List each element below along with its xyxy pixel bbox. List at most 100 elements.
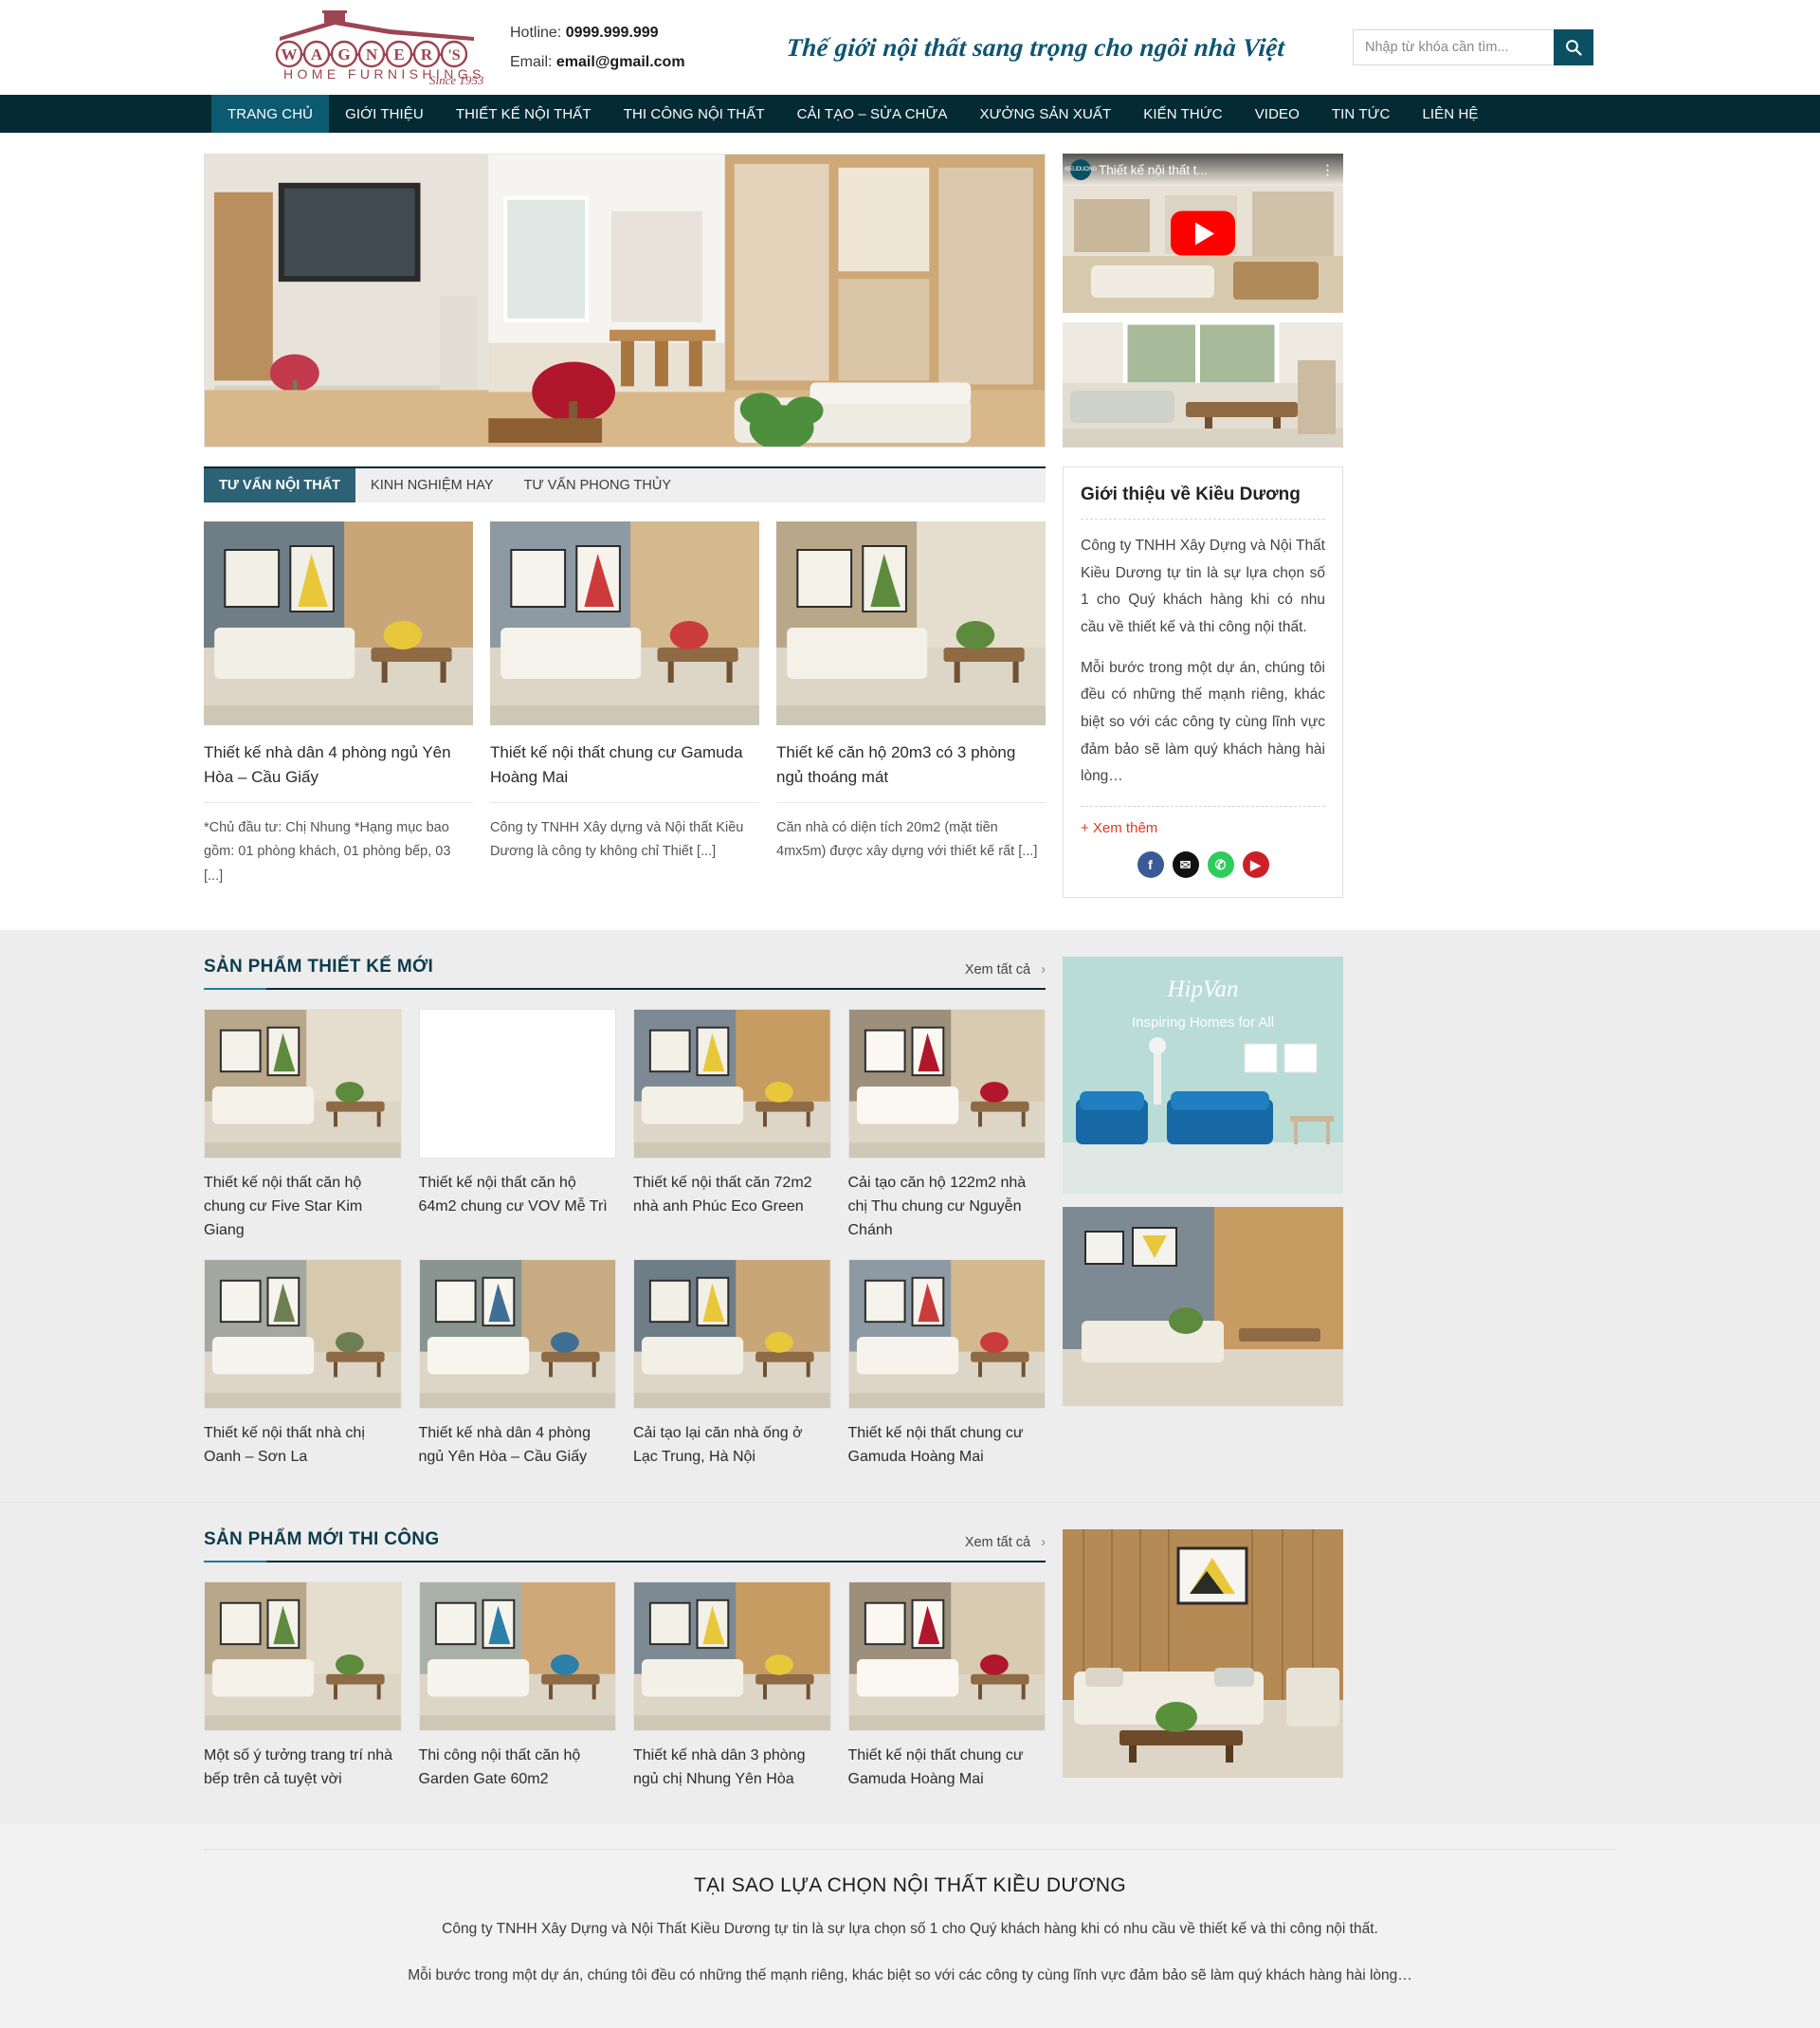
video-header-overlay: KIEUDUONG Thiết kế nội thất t... ⋮: [1063, 154, 1343, 186]
site-logo[interactable]: W A G N E R 'S HOME FURNISHINGS Since 19…: [270, 9, 483, 86]
product-title[interactable]: Cải tạo căn hộ 122m2 nhà chị Thu chung c…: [848, 1172, 1046, 1242]
search-input[interactable]: [1353, 29, 1554, 65]
design-section-title: SẢN PHẨM THIẾT KẾ MỚI: [204, 957, 434, 977]
product-title[interactable]: Thiết kế nội thất chung cư Gamuda Hoàng …: [848, 1422, 1046, 1470]
nav-item-0[interactable]: TRANG CHỦ: [211, 95, 330, 133]
product-card: Thiết kế nội thất căn 72m2 nhà anh Phúc …: [633, 1009, 831, 1242]
article-title[interactable]: Thiết kế nội thất chung cư Gamuda Hoàng …: [490, 740, 759, 803]
interior-photo-illustration: [419, 1582, 615, 1731]
svg-text:W: W: [282, 46, 298, 64]
product-title[interactable]: Thiết kế nhà dân 4 phòng ngủ Yên Hòa – C…: [419, 1422, 617, 1470]
site-header: W A G N E R 'S HOME FURNISHINGS Since 19…: [0, 0, 1820, 95]
nav-item-7[interactable]: VIDEO: [1239, 95, 1316, 133]
youtube-video-embed[interactable]: KIEUDUONG Thiết kế nội thất t... ⋮: [1063, 154, 1343, 313]
article-thumbnail[interactable]: [490, 521, 759, 725]
interior-photo-illustration: [419, 1260, 615, 1409]
product-title[interactable]: Thiết kế nội thất căn 72m2 nhà anh Phúc …: [633, 1172, 831, 1219]
product-thumbnail[interactable]: [847, 1581, 1046, 1732]
email-value[interactable]: email@gmail.com: [556, 54, 685, 70]
design-view-all-link[interactable]: Xem tất cả ›: [958, 962, 1046, 977]
product-title[interactable]: Thiết kế nội thất căn hộ chung cư Five S…: [204, 1172, 402, 1242]
nav-item-3[interactable]: THI CÔNG NỘI THẤT: [608, 95, 781, 133]
kebab-menu-icon[interactable]: ⋮: [1320, 161, 1336, 178]
nav-item-4[interactable]: CẢI TẠO – SỬA CHỮA: [781, 95, 964, 133]
product-title[interactable]: Một số ý tưởng trang trí nhà bếp trên cả…: [204, 1745, 402, 1792]
product-title[interactable]: Thiết kế nội thất nhà chị Oanh – Sơn La: [204, 1422, 402, 1470]
article-excerpt: Công ty TNHH Xây dựng và Nội thất Kiều D…: [490, 820, 744, 860]
why-paragraph-2: Mỗi bước trong một dự án, chúng tôi đều …: [408, 1966, 1412, 1983]
tab-2[interactable]: TƯ VẤN PHONG THỦY: [508, 468, 686, 502]
svg-text:A: A: [311, 46, 323, 64]
product-thumbnail[interactable]: [418, 1009, 616, 1160]
interior-photo-illustration: [848, 1582, 1045, 1731]
video-title[interactable]: Thiết kế nội thất t...: [1099, 163, 1313, 177]
product-card: Thiết kế nhà dân 4 phòng ngủ Yên Hòa – C…: [418, 1259, 617, 1470]
build-side-image[interactable]: [1063, 1529, 1343, 1779]
article-list: Thiết kế nhà dân 4 phòng ngủ Yên Hòa – C…: [204, 521, 1046, 888]
hipvan-banner-illustration: HipVan Inspiring Homes for All: [1063, 957, 1343, 1195]
design-side-image[interactable]: [1063, 1207, 1343, 1407]
nav-item-6[interactable]: KIẾN THỨC: [1127, 95, 1238, 133]
interior-photo-illustration: [205, 1010, 401, 1159]
svg-text:R: R: [421, 46, 433, 64]
article-thumbnail[interactable]: [204, 521, 473, 725]
product-card: Thiết kế nội thất chung cư Gamuda Hoàng …: [847, 1581, 1046, 1792]
product-title[interactable]: Thiết kế nhà dân 3 phòng ngủ chị Nhung Y…: [633, 1745, 831, 1792]
design-product-grid: Thiết kế nội thất căn hộ chung cư Five S…: [204, 1009, 1046, 1470]
hotline-value[interactable]: 0999.999.999: [566, 25, 659, 41]
chevron-right-icon: ›: [1041, 1535, 1046, 1551]
phone-icon[interactable]: ✆: [1207, 851, 1234, 879]
youtube-icon[interactable]: ▶: [1242, 851, 1269, 879]
article-title[interactable]: Thiết kế căn hộ 20m3 có 3 phòng ngủ thoá…: [776, 740, 1046, 803]
product-card: Thiết kế nội thất căn hộ 64m2 chung cư V…: [418, 1009, 617, 1242]
article-thumbnail[interactable]: [776, 521, 1046, 725]
email-icon[interactable]: ✉: [1172, 851, 1199, 879]
svg-text:Inspiring Homes for All: Inspiring Homes for All: [1132, 1014, 1274, 1031]
svg-text:Since 1953: Since 1953: [429, 73, 483, 86]
nav-item-1[interactable]: GIỚI THIỆU: [329, 95, 440, 133]
search-button[interactable]: [1554, 29, 1593, 65]
articles-column: TƯ VẤN NỘI THẤT KINH NGHIỆM HAY TƯ VẤN PHO…: [204, 466, 1046, 898]
channel-avatar: KIEUDUONG: [1065, 159, 1097, 180]
nav-item-8[interactable]: TIN TỨC: [1316, 95, 1407, 133]
build-view-all-link[interactable]: Xem tất cả ›: [958, 1535, 1046, 1550]
about-read-more-link[interactable]: + Xem thêm: [1081, 806, 1325, 836]
product-thumbnail[interactable]: [633, 1581, 831, 1732]
product-thumbnail[interactable]: [204, 1009, 402, 1160]
about-title: Giới thiệu về Kiều Dương: [1081, 484, 1325, 520]
product-thumbnail[interactable]: [204, 1259, 402, 1410]
product-thumbnail[interactable]: [418, 1259, 616, 1410]
side-living-room-illustration: [1063, 1207, 1343, 1407]
hero-main-image[interactable]: [204, 154, 1046, 448]
product-title[interactable]: Thiết kế nội thất căn hộ 64m2 chung cư V…: [419, 1172, 617, 1219]
product-thumbnail[interactable]: [847, 1259, 1046, 1410]
product-thumbnail[interactable]: [204, 1581, 402, 1732]
svg-text:N: N: [366, 46, 378, 64]
interior-photo-illustration: [204, 521, 473, 725]
hero-side-image[interactable]: [1063, 322, 1343, 448]
build-section-header: SẢN PHẨM MỚI THI CÔNG Xem tất cả ›: [204, 1529, 1046, 1563]
product-thumbnail[interactable]: [418, 1581, 616, 1732]
svg-text:E: E: [393, 46, 404, 64]
build-view-all-label: Xem tất cả: [964, 1535, 1031, 1551]
article-title[interactable]: Thiết kế nhà dân 4 phòng ngủ Yên Hòa – C…: [204, 740, 473, 803]
product-thumbnail[interactable]: [847, 1009, 1046, 1160]
product-title[interactable]: Cải tạo lại căn nhà ống ở Lạc Trung, Hà …: [633, 1422, 831, 1470]
nav-item-5[interactable]: XƯỞNG SẢN XUẤT: [963, 95, 1127, 133]
product-thumbnail[interactable]: [633, 1259, 831, 1410]
product-thumbnail[interactable]: [633, 1009, 831, 1160]
nav-item-2[interactable]: THIẾT KẾ NỘI THẤT: [440, 95, 608, 133]
svg-text:HipVan: HipVan: [1167, 977, 1239, 1002]
play-icon[interactable]: [1171, 210, 1235, 256]
hipvan-banner[interactable]: HipVan Inspiring Homes for All: [1063, 957, 1343, 1195]
product-title[interactable]: Thiết kế nội thất chung cư Gamuda Hoàng …: [848, 1745, 1046, 1792]
facebook-icon[interactable]: f: [1137, 851, 1164, 879]
about-paragraph-1: Công ty TNHH Xây Dựng và Nội Thất Kiều D…: [1081, 538, 1325, 636]
tab-1[interactable]: KINH NGHIỆM HAY: [355, 468, 508, 502]
interior-photo-illustration: [205, 1582, 401, 1731]
hotline-row: Hotline: 0999.999.999: [510, 18, 747, 47]
product-title[interactable]: Thi công nội thất căn hộ Garden Gate 60m…: [419, 1745, 617, 1792]
tab-0[interactable]: TƯ VẤN NỘI THẤT: [204, 468, 356, 502]
nav-item-9[interactable]: LIÊN HỆ: [1406, 95, 1494, 133]
about-paragraph-2: Mỗi bước trong một dự án, chúng tôi đều …: [1081, 659, 1325, 785]
